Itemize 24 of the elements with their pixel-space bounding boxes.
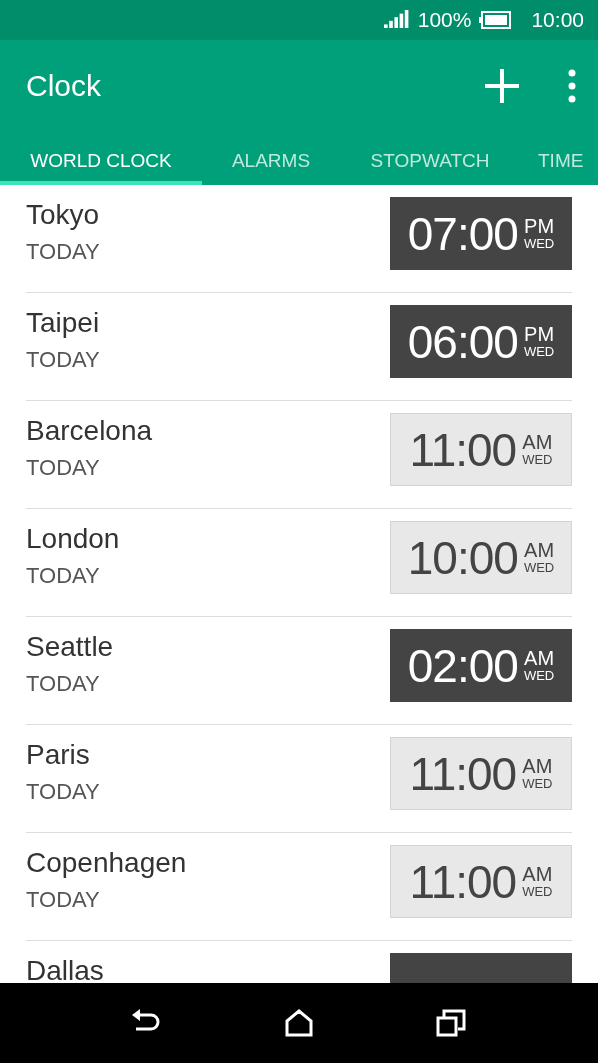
- city-name: Copenhagen: [26, 847, 188, 879]
- city-name: London: [26, 523, 121, 555]
- tab[interactable]: TIME: [520, 132, 598, 185]
- city-name: Paris: [26, 739, 91, 771]
- clock-time: 10:00: [531, 8, 584, 32]
- tab[interactable]: STOPWATCH: [340, 132, 520, 185]
- signal-icon: [383, 10, 410, 30]
- day-label: TODAY: [26, 347, 101, 373]
- city-name: Taipei: [26, 307, 101, 339]
- city-name: Barcelona: [26, 415, 154, 447]
- day-label: TODAY: [26, 239, 101, 265]
- day-label: TODAY: [26, 779, 101, 805]
- day-label: TODAY: [26, 455, 101, 481]
- battery-icon: [479, 11, 512, 29]
- day-label: TODAY: [26, 563, 101, 589]
- tab[interactable]: ALARMS: [202, 132, 340, 185]
- app-title: Clock: [26, 69, 102, 103]
- city-name: Seattle: [26, 631, 115, 663]
- day-label: TODAY: [26, 887, 101, 913]
- city-name: Dallas: [26, 955, 105, 983]
- city-name: Tokyo: [26, 199, 101, 231]
- battery-level: 100%: [417, 8, 472, 32]
- day-label: TODAY: [26, 671, 101, 697]
- tab[interactable]: WORLD CLOCK: [0, 132, 202, 185]
